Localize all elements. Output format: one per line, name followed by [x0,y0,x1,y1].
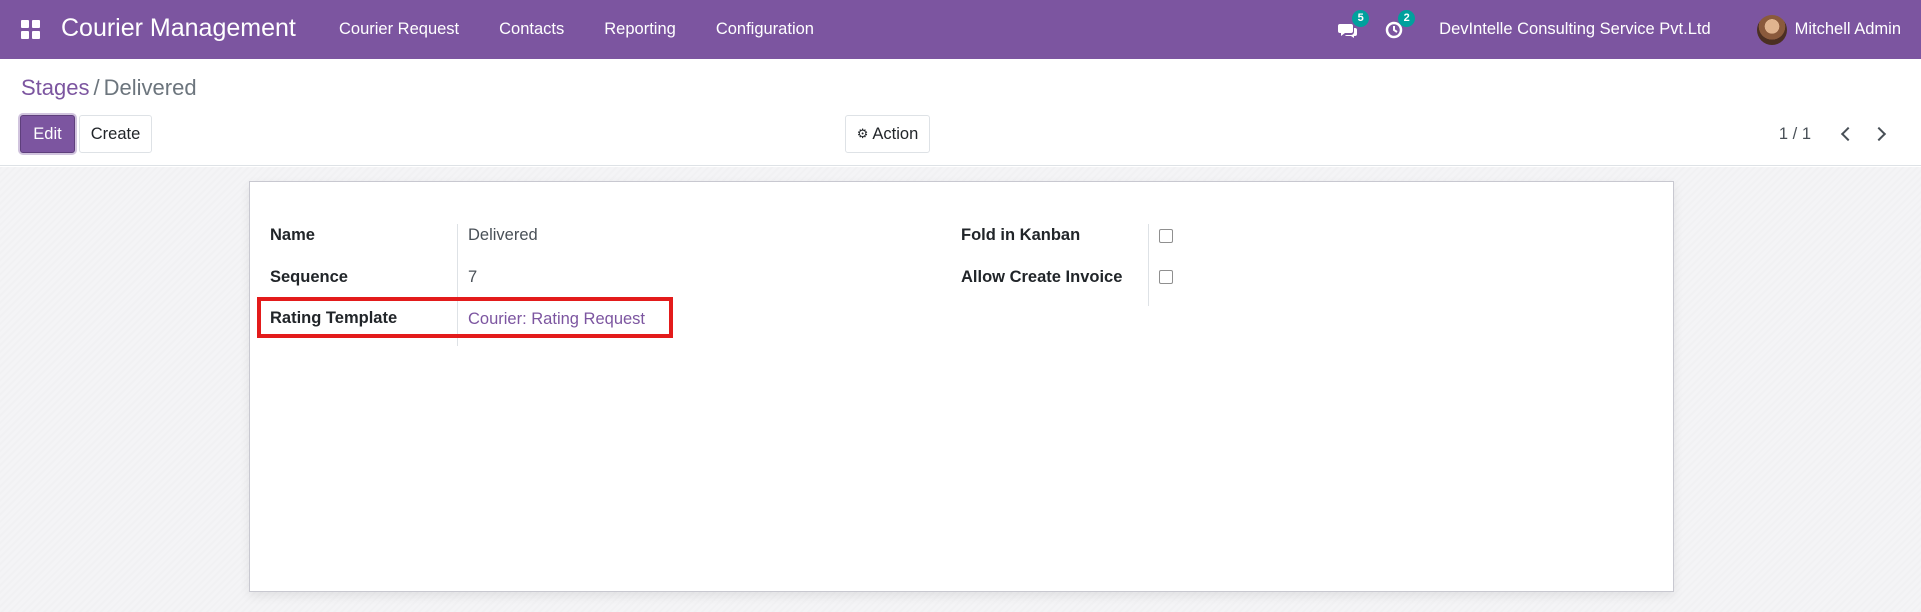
action-button[interactable]: ⚙ Action [845,115,930,153]
avatar [1756,14,1787,45]
fold-in-kanban-label: Fold in Kanban [961,226,1081,244]
user-name: Mitchell Admin [1794,20,1901,38]
field-divider-right [1148,224,1149,306]
messaging-icon[interactable]: 5 [1337,9,1370,41]
menu-item-contacts[interactable]: Contacts [479,20,584,39]
edit-button[interactable]: Edit [20,115,75,153]
pager-value[interactable]: 1 / 1 [1779,125,1811,144]
chevron-right-icon [1871,126,1887,142]
top-navbar: Courier Management Courier Request Conta… [0,0,1921,59]
app-brand[interactable]: Courier Management [61,14,296,43]
breadcrumb-separator: / [93,75,100,100]
action-label: Action [872,124,919,143]
rating-template-highlight-box [257,297,673,338]
apps-menu-icon[interactable] [21,20,41,39]
create-button[interactable]: Create [79,115,152,153]
name-field: Delivered [468,226,538,244]
sequence-label: Sequence [270,268,348,286]
form-sheet: Name Delivered Sequence 7 Rating Templat… [249,181,1674,592]
breadcrumb-stages-link[interactable]: Stages [21,75,90,100]
company-switcher[interactable]: DevIntelle Consulting Service Pvt.Ltd [1439,20,1710,39]
breadcrumb-current: Delivered [103,75,197,100]
activities-count-badge: 2 [1398,9,1416,27]
sequence-field: 7 [468,268,478,286]
menu-item-configuration[interactable]: Configuration [696,20,834,39]
menu-item-courier-request[interactable]: Courier Request [319,20,479,39]
messages-count-badge: 5 [1352,9,1370,27]
name-label: Name [270,226,315,244]
breadcrumb: Stages / Delivered [21,75,197,101]
allow-create-invoice-label: Allow Create Invoice [961,268,1123,286]
main-menu: Courier Request Contacts Reporting Confi… [319,0,834,59]
user-menu[interactable]: Mitchell Admin [1756,14,1901,45]
menu-item-reporting[interactable]: Reporting [584,20,696,39]
systray: 5 2 DevIntelle Consulting Service Pvt.Lt… [1337,0,1921,59]
chevron-left-icon [1840,126,1856,142]
activity-clock-icon[interactable]: 2 [1383,9,1416,41]
gear-icon: ⚙ [856,126,869,141]
pager-next-button[interactable] [1868,119,1894,149]
control-panel: Stages / Delivered Edit Create ⚙ Action 1 /… [0,59,1921,166]
pager-previous-button[interactable] [1833,119,1859,149]
form-view-background: Name Delivered Sequence 7 Rating Templat… [0,167,1921,612]
fold-in-kanban-checkbox[interactable] [1159,229,1173,243]
allow-create-invoice-checkbox[interactable] [1159,270,1173,284]
